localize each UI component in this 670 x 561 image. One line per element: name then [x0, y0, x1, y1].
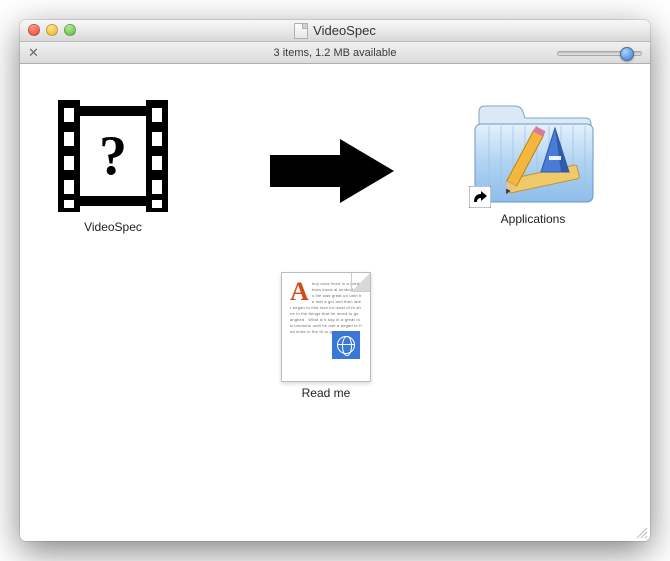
- arrow-icon: [268, 137, 396, 205]
- title-wrap: VideoSpec: [20, 23, 650, 39]
- file-label: Applications: [501, 212, 566, 226]
- file-item-readme[interactable]: A boy once lived in a great town know al…: [261, 272, 391, 400]
- toolbar: ✕ 3 items, 1.2 MB available: [20, 42, 650, 64]
- window-title: VideoSpec: [313, 23, 376, 38]
- app-icon: ?: [58, 96, 168, 216]
- file-label: VideoSpec: [84, 220, 142, 234]
- file-item-videospec[interactable]: ? VideoSpec: [48, 96, 178, 234]
- applications-folder-icon: [469, 100, 597, 208]
- icon-size-slider[interactable]: [557, 51, 642, 56]
- un-emblem-icon: [332, 331, 360, 359]
- document-icon: A boy once lived in a great town know al…: [281, 272, 371, 382]
- resize-grip-icon[interactable]: [634, 525, 648, 539]
- slider-knob[interactable]: [620, 47, 634, 61]
- traffic-lights: [28, 24, 76, 36]
- question-mark-icon: ?: [99, 124, 127, 188]
- close-button[interactable]: [28, 24, 40, 36]
- window-content[interactable]: ? VideoSpec: [20, 64, 650, 541]
- disk-image-icon: [294, 23, 308, 39]
- finder-window: VideoSpec ✕ 3 items, 1.2 MB available ? …: [20, 20, 650, 541]
- status-text: 3 items, 1.2 MB available: [20, 47, 650, 59]
- file-item-applications[interactable]: Applications: [468, 100, 598, 226]
- zoom-button[interactable]: [64, 24, 76, 36]
- alias-arrow-icon: [469, 186, 491, 208]
- file-label: Read me: [302, 386, 351, 400]
- minimize-button[interactable]: [46, 24, 58, 36]
- window-titlebar[interactable]: VideoSpec: [20, 20, 650, 42]
